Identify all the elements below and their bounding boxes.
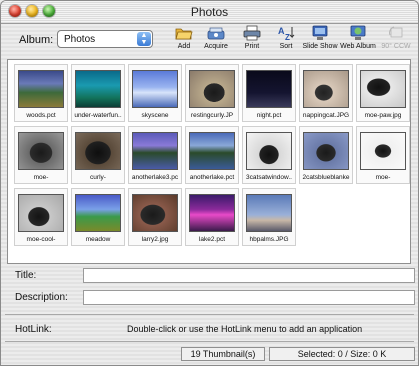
thumbnail-caption: 3catsatwindow.. [246,174,292,181]
slide-show-label: Slide Show [302,43,338,50]
thumbnail-image [189,132,235,170]
thumbnail-image [132,194,178,232]
thumbnail-caption: nappingcat.JPG [302,112,350,119]
description-label: Description: [15,292,68,303]
sort-icon: A Z [278,26,295,41]
scanner-icon [207,27,225,40]
web-album-label: Web Album [340,43,376,50]
thumbnail-image [132,70,178,108]
thumbnail-image [246,132,292,170]
thumbnail-image [132,132,178,170]
thumbnail-caption: night.pct [256,112,282,119]
select-arrows-icon: ▲ ▼ [137,32,151,46]
divider [5,341,414,342]
thumbnail-image [189,194,235,232]
thumbnail-item[interactable]: moe- [356,126,410,184]
thumbnail-item[interactable]: moe-paw.jpg [356,64,410,122]
thumbnail-caption: moe-cool- [26,236,56,243]
svg-text:Z: Z [285,33,290,41]
acquire-label: Acquire [204,43,228,50]
thumbnail-item[interactable]: woods.pct [14,64,68,122]
thumbnail-item[interactable]: meadow [71,188,125,246]
description-field[interactable] [83,290,415,305]
thumbnail-caption: 2catsblueblanke [302,174,350,181]
hotlink-label: HotLink: [15,324,52,335]
thumbnail-caption: anotherlake.pct [189,174,235,181]
thumbnail-item[interactable]: night.pct [242,64,296,122]
thumbnail-item[interactable]: restingcurly.JP [185,64,239,122]
album-select[interactable]: Photos ▲ ▼ [57,30,153,48]
thumbnail-item[interactable]: anotherlake3.pc [128,126,182,184]
thumbnail-item[interactable]: skyscene [128,64,182,122]
slide-show-button[interactable]: Slide Show [300,25,340,50]
thumbnail-image [189,70,235,108]
thumbnail-item[interactable]: hbpalms.JPG [242,188,296,246]
thumbnail-item[interactable]: moe- [14,126,68,184]
title-bar[interactable]: Photos [1,1,418,24]
thumbnail-image [75,70,121,108]
album-label: Album: [19,34,54,46]
thumbnail-caption: skyscene [141,112,169,119]
divider [5,314,414,315]
thumbnail-image [303,132,349,170]
thumbnail-grid[interactable]: woods.pct under-waterfun.. skyscene resting… [7,59,411,264]
thumbnail-image [360,132,406,170]
thumbnail-caption: anotherlake3.pc [131,174,179,181]
thumbnail-item[interactable]: larry2.jpg [128,188,182,246]
thumbnail-caption: hbpalms.JPG [249,236,289,243]
rotate-icon [389,26,403,38]
web-album-button[interactable]: Web Album [338,25,378,50]
thumbnail-caption: moe- [375,174,391,181]
rotate-ccw-label: 90° CCW [381,43,411,50]
thumbnail-caption: larry2.jpg [141,236,169,243]
thumbnail-caption: curly- [90,174,106,181]
photos-window: Photos Album: Photos ▲ ▼ Add Acquire Pri… [0,0,419,366]
printer-icon [243,25,261,41]
selection-status: Selected: 0 / Size: 0 K [269,347,415,361]
thumbnail-image [18,132,64,170]
web-album-icon [350,25,366,40]
album-select-value: Photos [64,34,96,45]
thumbnail-item[interactable]: 2catsblueblanke [299,126,353,184]
svg-text:A: A [278,26,285,36]
acquire-button[interactable]: Acquire [196,25,236,50]
title-label: Title: [15,270,37,281]
thumbnail-item[interactable]: 3catsatwindow.. [242,126,296,184]
thumbnail-count-status: 19 Thumbnail(s) [181,347,265,361]
hotlink-hint[interactable]: Double-click or use the HotLink menu to … [127,324,362,334]
rotate-ccw-button[interactable]: 90° CCW [376,25,416,50]
thumbnail-caption: lake2.pct [198,236,226,243]
thumbnail-caption: moe- [33,174,49,181]
thumbnail-image [75,194,121,232]
thumbnail-item[interactable]: anotherlake.pct [185,126,239,184]
thumbnail-image [18,70,64,108]
thumbnail-caption: restingcurly.JP [190,112,234,119]
thumbnail-image [18,194,64,232]
thumbnail-image [303,70,349,108]
thumbnail-caption: woods.pct [26,112,56,119]
thumbnail-item[interactable]: curly- [71,126,125,184]
thumbnail-caption: under-waterfun.. [74,112,122,119]
thumbnail-image [246,194,292,232]
monitor-icon [312,25,328,40]
thumbnail-image [75,132,121,170]
thumbnail-caption: meadow [85,236,111,243]
window-title: Photos [190,5,229,19]
thumbnail-item[interactable]: lake2.pct [185,188,239,246]
thumbnail-image [360,70,406,108]
thumbnail-item[interactable]: under-waterfun.. [71,64,125,122]
toolbar: Album: Photos ▲ ▼ Add Acquire Print A Z … [1,23,418,57]
thumbnail-image [246,70,292,108]
folder-open-icon [175,28,193,40]
thumbnail-item[interactable]: moe-cool- [14,188,68,246]
thumbnail-item[interactable]: nappingcat.JPG [299,64,353,122]
thumbnail-caption: moe-paw.jpg [364,112,402,119]
title-field[interactable] [83,268,415,283]
